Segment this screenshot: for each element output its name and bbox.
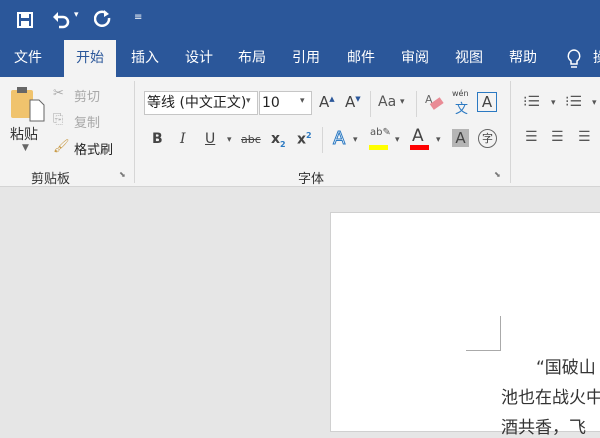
highlight-dropdown-icon[interactable]: ▾ (395, 135, 400, 145)
shrink-font-icon[interactable]: A▼ (345, 93, 361, 111)
numbering-dropdown-icon[interactable]: ▾ (592, 98, 597, 108)
clear-formatting-icon[interactable]: A (424, 92, 444, 112)
divider (134, 81, 135, 183)
character-shading-icon[interactable]: A (452, 129, 469, 147)
change-case-dropdown-icon[interactable]: ▾ (400, 97, 405, 107)
lightbulb-icon[interactable] (566, 49, 582, 69)
font-size-value: 10 (262, 95, 280, 111)
dialog-launcher-icon[interactable]: ⬊ (119, 170, 126, 179)
cut-button[interactable]: 剪切 (74, 86, 100, 105)
paste-label[interactable]: 粘贴 (10, 124, 38, 144)
tab-layout[interactable]: 布局 (226, 40, 278, 77)
subscript-button[interactable]: x2 (271, 131, 286, 149)
align-right-icon[interactable]: ☰ (578, 129, 591, 145)
tab-help[interactable]: 帮助 (497, 40, 549, 77)
cut-icon[interactable]: ✂ (53, 86, 64, 101)
document-line: “国破山 (536, 358, 596, 378)
underline-dropdown-icon[interactable]: ▾ (227, 135, 232, 145)
divider (370, 91, 371, 117)
copy-icon[interactable]: ⎘ (53, 112, 63, 127)
ribbon-tabs: 文件 开始 插入 设计 布局 引用 邮件 审阅 视图 帮助 操 (0, 40, 600, 77)
tab-mailings[interactable]: 邮件 (335, 40, 387, 77)
tab-insert[interactable]: 插入 (119, 40, 171, 77)
undo-dropdown-icon[interactable]: ▾ (74, 10, 79, 20)
customize-quick-access-icon[interactable]: ≡ (134, 12, 142, 23)
bold-button[interactable]: B (152, 131, 163, 147)
superscript-button[interactable]: x2 (297, 131, 312, 148)
tab-home[interactable]: 开始 (64, 40, 116, 77)
undo-icon[interactable] (52, 11, 70, 29)
format-painter-button[interactable]: 格式刷 (74, 139, 113, 158)
divider (322, 127, 323, 153)
align-left-icon[interactable]: ☰ (525, 129, 538, 145)
font-name-combo[interactable]: 等线 (中文正文) (144, 91, 258, 115)
font-color-dropdown-icon[interactable]: ▾ (436, 135, 441, 145)
font-group-label: 字体 (298, 172, 325, 187)
redo-icon[interactable] (94, 10, 112, 28)
margin-marker (466, 316, 501, 351)
document-line: 池也在战火中 (501, 388, 600, 408)
font-size-dropdown-icon[interactable]: ▾ (300, 96, 305, 106)
title-bar: ▾ ≡ (0, 0, 600, 40)
text-effects-dropdown-icon[interactable]: ▾ (353, 135, 358, 145)
paste-icon[interactable] (10, 86, 46, 122)
change-case-button[interactable]: Aa (378, 94, 396, 110)
grow-font-icon[interactable]: A▲ (319, 93, 335, 111)
character-border-icon[interactable]: A (477, 92, 497, 112)
numbering-icon[interactable]: ⁝☰ (565, 94, 582, 110)
tab-view[interactable]: 视图 (443, 40, 495, 77)
tab-review[interactable]: 审阅 (389, 40, 441, 77)
document-page[interactable]: “国破山 池也在战火中 酒共香，飞 (330, 212, 600, 438)
bullets-dropdown-icon[interactable]: ▾ (551, 98, 556, 108)
highlight-color-swatch (369, 145, 388, 150)
bullets-icon[interactable]: ⁝☰ (523, 94, 540, 110)
font-color-icon[interactable]: A (412, 126, 424, 146)
save-icon[interactable] (17, 12, 33, 28)
tab-references[interactable]: 引用 (280, 40, 332, 77)
strikethrough-button[interactable]: abc (241, 133, 261, 146)
ribbon: 粘贴 ▼ ✂ 剪切 ⎘ 复制 🖌 格式刷 剪贴板 ⬊ 等线 (中文正文) ▾ 1… (0, 77, 600, 187)
font-dialog-launcher-icon[interactable]: ⬊ (494, 170, 501, 179)
underline-button[interactable]: U (205, 131, 215, 147)
divider (416, 91, 417, 117)
enclose-characters-icon[interactable]: 字 (478, 129, 497, 148)
font-name-value: 等线 (中文正文) (147, 95, 247, 111)
tell-me-search[interactable]: 操 (593, 40, 600, 77)
paste-dropdown-icon[interactable]: ▼ (22, 143, 29, 153)
phonetic-guide-icon[interactable]: wén 文 (452, 89, 469, 117)
clipboard-group-label: 剪贴板 (31, 172, 71, 187)
font-name-dropdown-icon[interactable]: ▾ (246, 96, 251, 106)
highlight-icon[interactable]: ab✎ (370, 127, 391, 138)
document-line: 酒共香，飞 (501, 418, 586, 438)
italic-button[interactable]: I (180, 131, 186, 147)
text-effects-icon[interactable]: A (332, 128, 345, 150)
font-color-swatch (410, 145, 429, 150)
divider (510, 81, 511, 183)
align-center-icon[interactable]: ☰ (551, 129, 564, 145)
format-painter-icon[interactable]: 🖌 (53, 139, 70, 154)
copy-button[interactable]: 复制 (74, 112, 100, 131)
tab-design[interactable]: 设计 (173, 40, 225, 77)
tab-file[interactable]: 文件 (0, 40, 56, 77)
